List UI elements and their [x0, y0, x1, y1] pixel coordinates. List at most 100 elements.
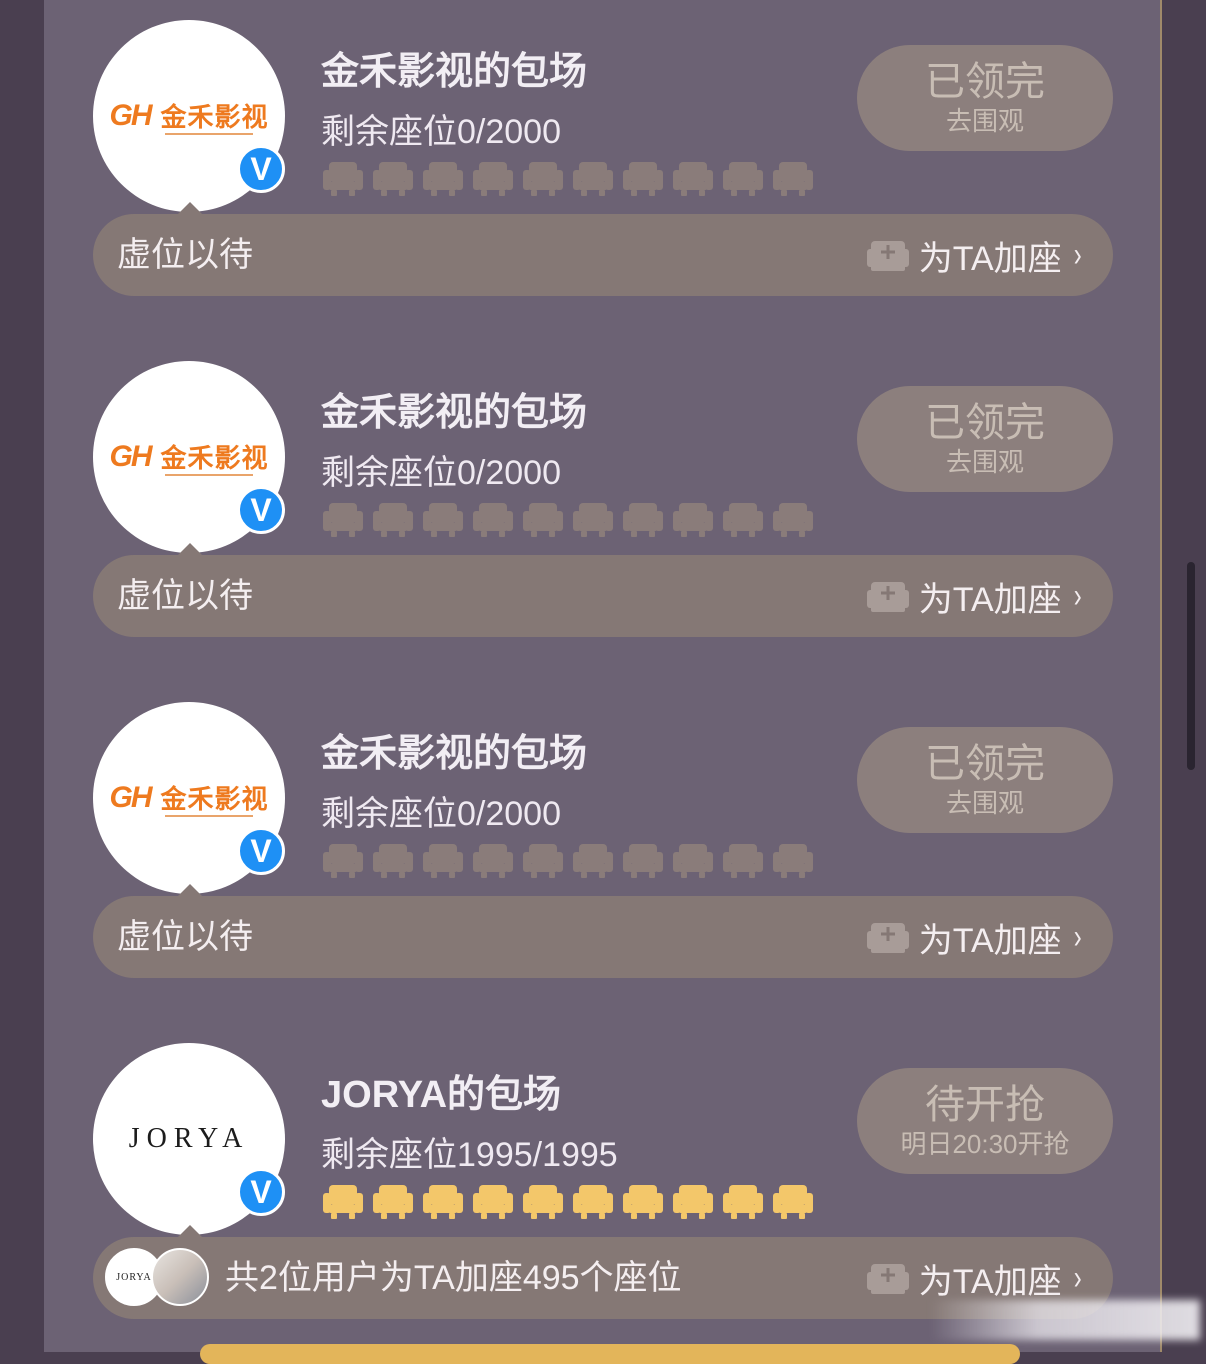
seat-plus-icon: [866, 923, 909, 953]
status-sublabel: 明日20:30开抢: [900, 1129, 1070, 1159]
seat-icon: [323, 844, 363, 878]
logo-mark: GH: [109, 439, 152, 473]
bar-pointer: [178, 202, 202, 214]
screening-card[interactable]: GH 金禾影视 V 金禾影视的包场 剩余座位0/2000 已领完 去围观 虚位以…: [93, 0, 1113, 320]
seats-remaining: 剩余座位1995/1995: [321, 1136, 618, 1174]
seat-icon: [673, 162, 713, 196]
seat-icon: [323, 162, 363, 196]
bar-pointer: [178, 543, 202, 555]
logo-name: 金禾影视: [160, 784, 269, 814]
add-seat-label: 为TA加座: [918, 921, 1062, 960]
seat-icon: [523, 1185, 563, 1219]
seat-icon: [473, 162, 513, 196]
seat-row: [323, 1183, 813, 1219]
seat-icon: [373, 1185, 413, 1219]
screening-title: JORYA的包场: [321, 1074, 562, 1116]
seat-plus-icon: [866, 582, 909, 612]
bar-message: 虚位以待: [117, 577, 253, 615]
seat-icon: [323, 503, 363, 537]
status-button[interactable]: 待开抢 明日20:30开抢: [857, 1068, 1113, 1174]
watermark-blur: [930, 1300, 1200, 1340]
add-seat-button[interactable]: 为TA加座 ›: [866, 214, 1083, 296]
seat-icon: [423, 162, 463, 196]
seat-icon: [673, 1185, 713, 1219]
seat-icon: [573, 503, 613, 537]
jinhe-logo: GH 金禾影视: [109, 97, 268, 135]
scrollbar[interactable]: [1187, 562, 1195, 770]
verified-icon: V: [237, 486, 285, 534]
jorya-logo: JORYA: [128, 1123, 250, 1154]
seats-remaining: 剩余座位0/2000: [321, 795, 561, 833]
seat-icon: [773, 162, 813, 196]
seat-icon: [673, 503, 713, 537]
seat-icon: [373, 503, 413, 537]
bar-pointer: [178, 1225, 202, 1237]
verified-icon: V: [237, 145, 285, 193]
seat-icon: [623, 1185, 663, 1219]
seat-plus-icon: [866, 1264, 909, 1294]
screening-title: 金禾影视的包场: [321, 51, 588, 93]
contributor-avatar-text: JORYA: [116, 1271, 152, 1283]
seat-icon: [323, 1185, 363, 1219]
screening-card[interactable]: GH 金禾影视 V 金禾影视的包场 剩余座位0/2000 已领完 去围观 虚位以…: [93, 682, 1113, 1002]
seat-icon: [423, 844, 463, 878]
status-label: 待开抢: [925, 1083, 1045, 1127]
bar-message: 共2位用户为TA加座495个座位: [225, 1259, 682, 1297]
add-seat-button[interactable]: 为TA加座 ›: [866, 555, 1083, 637]
logo-mark: GH: [109, 98, 152, 132]
screening-card[interactable]: JORYA V JORYA的包场 剩余座位1995/1995 待开抢 明日20:…: [93, 1023, 1113, 1343]
seat-icon: [773, 844, 813, 878]
status-sublabel: 去围观: [945, 788, 1024, 818]
seat-icon: [573, 162, 613, 196]
seat-icon: [723, 844, 763, 878]
seat-icon: [623, 844, 663, 878]
seat-icon: [673, 844, 713, 878]
seat-row: [323, 842, 813, 878]
status-label: 已领完: [925, 60, 1045, 104]
seats-remaining: 剩余座位0/2000: [321, 113, 561, 151]
seat-icon: [423, 503, 463, 537]
logo-name: 金禾影视: [160, 102, 269, 132]
screening-title: 金禾影视的包场: [321, 733, 588, 775]
verified-icon: V: [237, 827, 285, 875]
bottom-action-bar[interactable]: [200, 1344, 1020, 1364]
seat-icon: [423, 1185, 463, 1219]
add-seat-bar[interactable]: 虚位以待 为TA加座 ›: [93, 896, 1113, 978]
jinhe-logo: GH 金禾影视: [109, 779, 268, 817]
contributor-avatar[interactable]: [151, 1248, 209, 1306]
bar-message: 虚位以待: [117, 236, 253, 274]
status-sublabel: 去围观: [945, 106, 1024, 136]
seat-icon: [773, 503, 813, 537]
seat-icon: [473, 844, 513, 878]
screening-card[interactable]: GH 金禾影视 V 金禾影视的包场 剩余座位0/2000 已领完 去围观 虚位以…: [93, 341, 1113, 661]
seat-icon: [723, 1185, 763, 1219]
bar-message: 虚位以待: [117, 918, 253, 956]
seat-icon: [523, 844, 563, 878]
logo-mark: GH: [109, 780, 152, 814]
jinhe-logo: GH 金禾影视: [109, 438, 268, 476]
seats-remaining: 剩余座位0/2000: [321, 454, 561, 492]
seat-icon: [623, 162, 663, 196]
status-button[interactable]: 已领完 去围观: [857, 45, 1113, 151]
add-seat-button[interactable]: 为TA加座 ›: [866, 896, 1083, 978]
seat-icon: [573, 1185, 613, 1219]
add-seat-label: 为TA加座: [918, 1262, 1062, 1301]
status-button[interactable]: 已领完 去围观: [857, 727, 1113, 833]
status-button[interactable]: 已领完 去围观: [857, 386, 1113, 492]
seat-icon: [523, 503, 563, 537]
seat-icon: [623, 503, 663, 537]
add-seat-label: 为TA加座: [918, 239, 1062, 278]
chevron-right-icon: ›: [1073, 917, 1082, 956]
status-label: 已领完: [925, 742, 1045, 786]
logo-underline: [164, 474, 253, 476]
seat-icon: [473, 1185, 513, 1219]
add-seat-bar[interactable]: 虚位以待 为TA加座 ›: [93, 214, 1113, 296]
seat-icon: [373, 844, 413, 878]
seat-row: [323, 501, 813, 537]
screening-title: 金禾影视的包场: [321, 392, 588, 434]
add-seat-bar[interactable]: 虚位以待 为TA加座 ›: [93, 555, 1113, 637]
logo-name: 金禾影视: [160, 443, 269, 473]
add-seat-label: 为TA加座: [918, 580, 1062, 619]
bar-pointer: [178, 884, 202, 896]
seat-icon: [723, 162, 763, 196]
